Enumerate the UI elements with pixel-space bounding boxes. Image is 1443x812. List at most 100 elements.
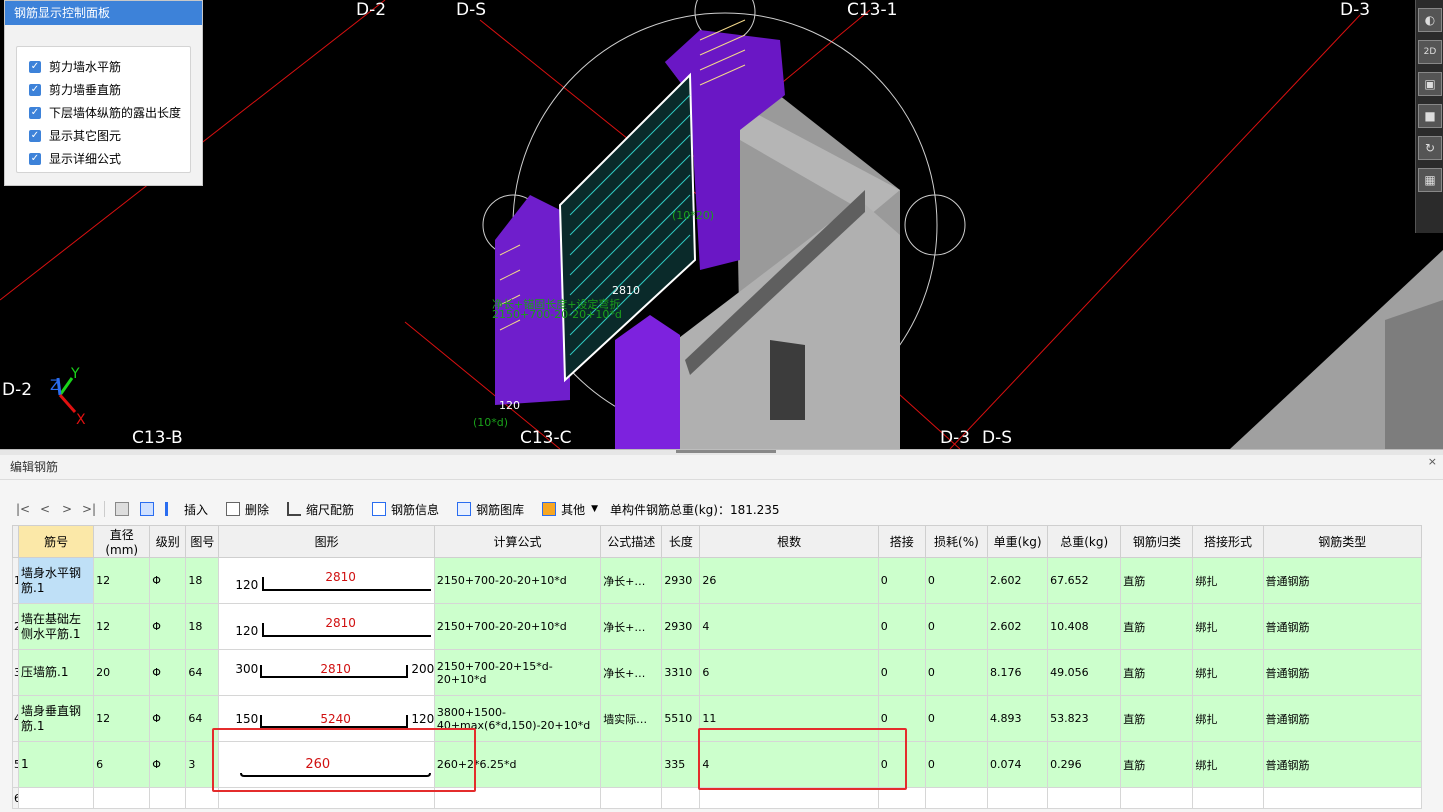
formula-cell[interactable]: 2150+700-20-20+10*d (433, 557, 602, 604)
column-header[interactable]: 图形 (218, 525, 435, 558)
rebar-name-cell[interactable]: 压墙筋.1 (17, 649, 95, 696)
loss-cell[interactable]: 0 (924, 741, 988, 788)
rebar-type-cell[interactable]: 普通钢筋 (1262, 741, 1423, 788)
formula-cell[interactable]: 2150+700-20-20+10*d (433, 603, 602, 650)
formula-desc-cell[interactable] (600, 741, 663, 788)
length-cell[interactable]: 5510 (661, 695, 701, 742)
column-header[interactable]: 计算公式 (433, 525, 602, 558)
column-header[interactable]: 钢筋类型 (1262, 525, 1423, 558)
lap-type-cell[interactable]: 绑扎 (1192, 649, 1264, 696)
table-row[interactable]: 5 1 6 Φ 3 260 260+2*6.25*d 335 4 0 0 0.0… (12, 741, 1423, 788)
count-cell[interactable]: 6 (699, 649, 879, 696)
shape-cell[interactable]: 120 2810 (218, 603, 435, 650)
count-cell[interactable]: 11 (699, 695, 879, 742)
shape-no-cell[interactable]: 64 (185, 649, 220, 696)
column-header[interactable]: 筋号 (17, 525, 95, 558)
empty-cell[interactable] (600, 787, 663, 809)
delete-button[interactable]: 删除 (220, 501, 269, 518)
column-header[interactable]: 级别 (149, 525, 187, 558)
lap-cell[interactable]: 0 (877, 603, 926, 650)
column-header[interactable]: 搭接形式 (1192, 525, 1264, 558)
option-lower-wall-exposed-length[interactable]: ✓ 下层墙体纵筋的露出长度 (17, 101, 190, 124)
checkbox-checked-icon[interactable]: ✓ (29, 60, 41, 73)
count-cell[interactable]: 26 (699, 557, 879, 604)
empty-cell[interactable] (1262, 787, 1423, 809)
option-show-detailed-formula[interactable]: ✓ 显示详细公式 (17, 147, 190, 170)
first-record-button[interactable]: |< (12, 502, 34, 516)
lap-cell[interactable]: 0 (877, 557, 926, 604)
column-header[interactable]: 长度 (661, 525, 701, 558)
column-header[interactable]: 直径(mm) (93, 525, 151, 558)
3d-box-icon[interactable]: ▣ (1418, 72, 1442, 96)
count-cell[interactable]: 4 (699, 741, 879, 788)
count-cell[interactable]: 4 (699, 603, 879, 650)
table-row[interactable]: 2 墙在基础左侧水平筋.1 12 Φ 18 120 2810 2150+700-… (12, 603, 1423, 650)
empty-cell[interactable] (218, 787, 435, 809)
column-header[interactable]: 搭接 (877, 525, 926, 558)
category-cell[interactable]: 直筋 (1120, 603, 1194, 650)
formula-desc-cell[interactable]: 净长+… (600, 557, 663, 604)
loss-cell[interactable]: 0 (924, 695, 988, 742)
category-cell[interactable]: 直筋 (1120, 649, 1194, 696)
rotate-icon[interactable]: ↻ (1418, 136, 1442, 160)
total-weight-cell[interactable]: 53.823 (1047, 695, 1122, 742)
column-header[interactable]: 根数 (699, 525, 879, 558)
loss-cell[interactable]: 0 (924, 557, 988, 604)
unit-weight-cell[interactable]: 0.074 (986, 741, 1049, 788)
formula-cell[interactable]: 260+2*6.25*d (433, 741, 602, 788)
grade-cell[interactable]: Φ (149, 649, 187, 696)
lap-cell[interactable]: 0 (877, 649, 926, 696)
loss-cell[interactable]: 0 (924, 649, 988, 696)
scale-rebar-button[interactable]: 缩尺配筋 (281, 501, 354, 518)
total-weight-cell[interactable]: 49.056 (1047, 649, 1122, 696)
rebar-library-button[interactable]: 钢筋图库 (451, 501, 524, 518)
empty-cell[interactable] (149, 787, 187, 809)
table-row-empty[interactable]: 6 (12, 787, 1423, 809)
rebar-info-button[interactable]: 钢筋信息 (366, 501, 439, 518)
empty-cell[interactable] (1192, 787, 1264, 809)
lap-type-cell[interactable]: 绑扎 (1192, 695, 1264, 742)
unit-weight-cell[interactable]: 4.893 (986, 695, 1049, 742)
shape-cell[interactable]: 260 (218, 741, 435, 788)
lap-type-cell[interactable]: 绑扎 (1192, 741, 1264, 788)
length-cell[interactable]: 2930 (661, 603, 701, 650)
category-cell[interactable]: 直筋 (1120, 741, 1194, 788)
empty-cell[interactable] (93, 787, 151, 809)
column-header[interactable]: 钢筋归类 (1120, 525, 1194, 558)
formula-desc-cell[interactable]: 净长+… (600, 603, 663, 650)
diameter-cell[interactable]: 12 (93, 557, 151, 604)
column-header[interactable]: 图号 (185, 525, 220, 558)
checkbox-checked-icon[interactable]: ✓ (29, 83, 41, 96)
grade-cell[interactable]: Φ (149, 557, 187, 604)
rebar-type-cell[interactable]: 普通钢筋 (1262, 695, 1423, 742)
rebar-name-cell[interactable]: 墙在基础左侧水平筋.1 (17, 603, 95, 650)
front-view-icon[interactable]: ■ (1418, 104, 1442, 128)
category-cell[interactable]: 直筋 (1120, 695, 1194, 742)
total-weight-cell[interactable]: 10.408 (1047, 603, 1122, 650)
empty-cell[interactable] (433, 787, 602, 809)
table-row[interactable]: 1 墙身水平钢筋.1 12 Φ 18 120 2810 2150+700-20-… (12, 557, 1423, 604)
shape-cell[interactable]: 120 2810 (218, 557, 435, 604)
empty-cell[interactable] (1120, 787, 1194, 809)
orbit-icon[interactable]: ◐ (1418, 8, 1442, 32)
grade-cell[interactable]: Φ (149, 741, 187, 788)
insert-button[interactable]: 插入 (159, 501, 208, 518)
next-record-button[interactable]: > (56, 502, 78, 516)
lap-type-cell[interactable]: 绑扎 (1192, 557, 1264, 604)
column-header[interactable]: 单重(kg) (986, 525, 1049, 558)
move-down-icon[interactable] (140, 502, 154, 516)
grid-view-icon[interactable]: ▦ (1418, 168, 1442, 192)
empty-cell[interactable] (661, 787, 701, 809)
unit-weight-cell[interactable]: 8.176 (986, 649, 1049, 696)
shape-cell[interactable]: 300 2810 200 (218, 649, 435, 696)
unit-weight-cell[interactable]: 2.602 (986, 557, 1049, 604)
empty-cell[interactable] (924, 787, 988, 809)
rebar-name-cell[interactable]: 1 (17, 741, 95, 788)
empty-cell[interactable] (877, 787, 926, 809)
checkbox-checked-icon[interactable]: ✓ (29, 106, 41, 119)
3d-viewport[interactable]: D-2 D-S C13-1 D-3 D-2 C13-B C13-C D-3 D-… (0, 0, 1443, 449)
empty-cell[interactable] (986, 787, 1049, 809)
category-cell[interactable]: 直筋 (1120, 557, 1194, 604)
other-dropdown[interactable]: 其他 ▼ (536, 501, 598, 518)
rebar-type-cell[interactable]: 普通钢筋 (1262, 603, 1423, 650)
